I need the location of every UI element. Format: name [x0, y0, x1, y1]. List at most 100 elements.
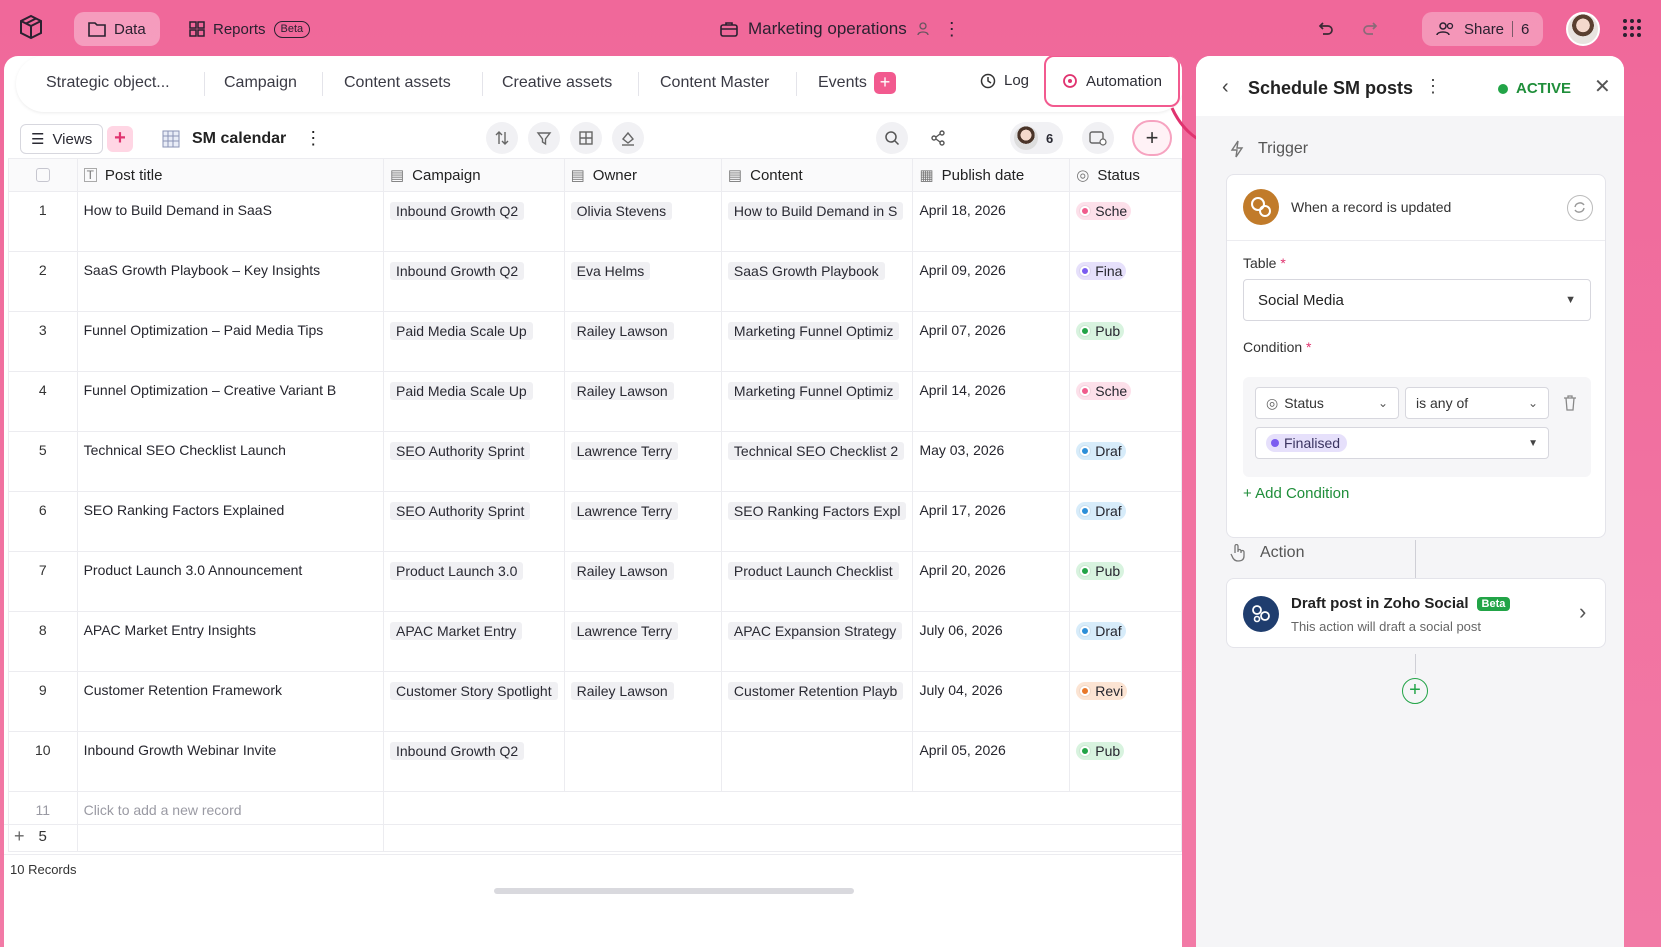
tab-content-assets[interactable]: Content assets	[344, 74, 451, 92]
campaign-cell[interactable]: Product Launch 3.0	[382, 551, 565, 612]
owner-cell[interactable]: Railey Lawson	[563, 551, 722, 612]
workspace-more-icon[interactable]: ⋮	[943, 19, 961, 40]
chevron-right-icon[interactable]: ›	[1579, 599, 1586, 625]
undo-icon[interactable]	[1316, 14, 1334, 44]
publish-date-cell[interactable]: May 03, 2026	[912, 431, 1071, 492]
view-more-icon[interactable]: ⋮	[304, 128, 322, 149]
views-button[interactable]: ☰ Views	[20, 124, 104, 154]
post-title-cell[interactable]: Technical SEO Checklist Launch	[76, 431, 384, 492]
header-post-title[interactable]: T Post title	[76, 158, 384, 192]
owner-cell[interactable]: Railey Lawson	[563, 671, 722, 732]
tab-content-master[interactable]: Content Master	[660, 74, 769, 92]
close-icon[interactable]: ✕	[1594, 74, 1611, 99]
table-row[interactable]: 5 Technical SEO Checklist Launch SEO Autho…	[8, 431, 1182, 492]
apps-grid-icon[interactable]	[1622, 18, 1642, 38]
campaign-cell[interactable]: APAC Market Entry	[382, 611, 565, 672]
workspace-title[interactable]: Marketing operations ⋮	[720, 14, 961, 44]
post-title-cell[interactable]: How to Build Demand in SaaS	[76, 191, 384, 252]
owner-cell[interactable]: Lawrence Terry	[563, 491, 722, 552]
view-name[interactable]: SM calendar ⋮	[162, 128, 322, 149]
content-cell[interactable]: Product Launch Checklist	[720, 551, 914, 612]
status-cell[interactable]: Draf	[1069, 611, 1182, 672]
group-icon[interactable]	[570, 122, 602, 154]
share-nodes-icon[interactable]	[922, 122, 954, 154]
campaign-cell[interactable]: Inbound Growth Q2	[382, 191, 565, 252]
header-campaign[interactable]: ▤ Campaign	[382, 158, 565, 192]
post-title-cell[interactable]: Product Launch 3.0 Announcement	[76, 551, 384, 612]
add-tab-button[interactable]: +	[874, 72, 896, 94]
redo-icon[interactable]	[1362, 14, 1380, 44]
reports-button[interactable]: Reports Beta	[175, 12, 324, 46]
status-cell[interactable]: Fina	[1069, 251, 1182, 312]
table-row[interactable]: 8 APAC Market Entry Insights APAC Market E…	[8, 611, 1182, 672]
back-chevron-icon[interactable]: ‹	[1222, 76, 1229, 99]
add-condition-link[interactable]: + Add Condition	[1243, 485, 1349, 502]
content-cell[interactable]	[720, 731, 914, 792]
publish-date-cell[interactable]: April 05, 2026	[912, 731, 1071, 792]
add-step-button[interactable]: +	[1402, 678, 1428, 704]
campaign-cell[interactable]: Customer Story Spotlight	[382, 671, 565, 732]
campaign-cell[interactable]: Inbound Growth Q2	[382, 251, 565, 312]
horizontal-scrollbar[interactable]	[494, 888, 854, 894]
post-title-cell[interactable]: Funnel Optimization – Creative Variant B	[76, 371, 384, 432]
user-avatar[interactable]	[1566, 12, 1600, 46]
color-fill-icon[interactable]	[612, 122, 644, 154]
header-owner[interactable]: ▤ Owner	[563, 158, 722, 192]
publish-date-cell[interactable]: April 14, 2026	[912, 371, 1071, 432]
content-cell[interactable]: APAC Expansion Strategy	[720, 611, 914, 672]
content-cell[interactable]: SaaS Growth Playbook	[720, 251, 914, 312]
add-record-button[interactable]: +	[1132, 120, 1172, 156]
status-cell[interactable]: Draf	[1069, 431, 1182, 492]
post-title-cell[interactable]: Inbound Growth Webinar Invite	[76, 731, 384, 792]
publish-date-cell[interactable]: July 06, 2026	[912, 611, 1071, 672]
publish-date-cell[interactable]: April 17, 2026	[912, 491, 1071, 552]
publish-date-cell[interactable]: April 20, 2026	[912, 551, 1071, 612]
select-all-checkbox[interactable]	[35, 168, 50, 182]
delete-condition-icon[interactable]	[1563, 395, 1577, 411]
table-row[interactable]: 6 SEO Ranking Factors Explained SEO Author…	[8, 491, 1182, 552]
record-settings-icon[interactable]	[1082, 122, 1114, 154]
table-row[interactable]: 4 Funnel Optimization – Creative Variant …	[8, 371, 1182, 432]
status-cell[interactable]: Pub	[1069, 311, 1182, 372]
owner-cell[interactable]: Railey Lawson	[563, 371, 722, 432]
automation-more-icon[interactable]: ⋮	[1424, 76, 1442, 97]
content-cell[interactable]: Customer Retention Playb	[720, 671, 914, 732]
share-button[interactable]: Share 6	[1422, 12, 1544, 46]
post-title-cell[interactable]: Customer Retention Framework	[76, 671, 384, 732]
condition-operator-select[interactable]: is any of ⌄	[1405, 387, 1549, 419]
status-cell[interactable]: Pub	[1069, 551, 1182, 612]
add-rows-control[interactable]: + 5	[14, 826, 47, 847]
table-row[interactable]: 7 Product Launch 3.0 Announcement Product …	[8, 551, 1182, 612]
table-row[interactable]: 9 Customer Retention Framework Customer St…	[8, 671, 1182, 732]
publish-date-cell[interactable]: April 18, 2026	[912, 191, 1071, 252]
publish-date-cell[interactable]: April 09, 2026	[912, 251, 1071, 312]
data-button[interactable]: Data	[74, 12, 160, 46]
status-cell[interactable]: Revi	[1069, 671, 1182, 732]
post-title-cell[interactable]: APAC Market Entry Insights	[76, 611, 384, 672]
post-title-cell[interactable]: Funnel Optimization – Paid Media Tips	[76, 311, 384, 372]
condition-value-select[interactable]: Finalised ▼	[1255, 427, 1549, 459]
status-cell[interactable]: Pub	[1069, 731, 1182, 792]
tab-strategic-objectives[interactable]: Strategic object...	[46, 74, 170, 92]
content-cell[interactable]: Marketing Funnel Optimiz	[720, 371, 914, 432]
app-logo-icon[interactable]	[18, 14, 44, 40]
campaign-cell[interactable]: Paid Media Scale Up	[382, 371, 565, 432]
campaign-cell[interactable]: Paid Media Scale Up	[382, 311, 565, 372]
owner-cell[interactable]	[563, 731, 722, 792]
owner-cell[interactable]: Olivia Stevens	[563, 191, 722, 252]
table-row[interactable]: 1 How to Build Demand in SaaS Inbound Grow…	[8, 191, 1182, 252]
log-button[interactable]: Log	[980, 72, 1029, 89]
sort-icon[interactable]	[486, 122, 518, 154]
trigger-event-row[interactable]: When a record is updated	[1227, 175, 1605, 241]
owner-cell[interactable]: Lawrence Terry	[563, 431, 722, 492]
table-row[interactable]: 10 Inbound Growth Webinar Invite Inbound G…	[8, 731, 1182, 792]
campaign-cell[interactable]: SEO Authority Sprint	[382, 431, 565, 492]
search-icon[interactable]	[876, 122, 908, 154]
new-record-row[interactable]: 11 Click to add a new record	[8, 791, 1182, 852]
content-cell[interactable]: Marketing Funnel Optimiz	[720, 311, 914, 372]
table-select[interactable]: Social Media ▼	[1243, 279, 1591, 321]
table-row[interactable]: 3 Funnel Optimization – Paid Media Tips Pa…	[8, 311, 1182, 372]
post-title-cell[interactable]: SaaS Growth Playbook – Key Insights	[76, 251, 384, 312]
status-cell[interactable]: Sche	[1069, 371, 1182, 432]
content-cell[interactable]: How to Build Demand in S	[720, 191, 914, 252]
